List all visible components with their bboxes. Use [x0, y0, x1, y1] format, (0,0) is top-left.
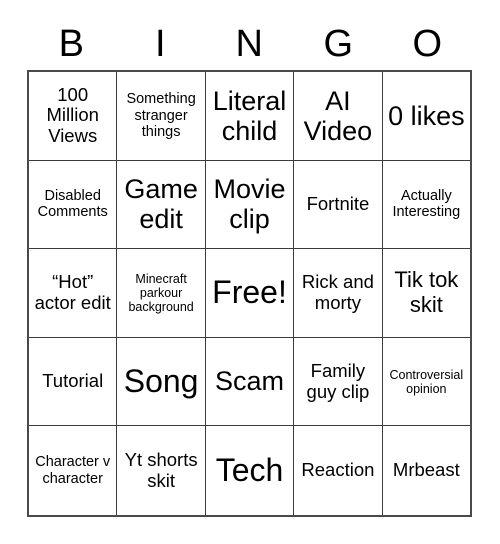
- bingo-cell-label: Tik tok skit: [394, 267, 459, 317]
- bingo-cell[interactable]: AI Video: [294, 72, 383, 161]
- bingo-cell[interactable]: Fortnite: [294, 160, 383, 250]
- bingo-cell-label: AI Video: [303, 85, 373, 146]
- bingo-cell-label: Scam: [215, 366, 285, 397]
- bingo-cell[interactable]: Game edit: [117, 160, 206, 250]
- bingo-cell-label: Song: [123, 362, 199, 399]
- bingo-header-letter-n: N: [235, 23, 264, 65]
- bingo-cell-label: Game edit: [124, 174, 198, 235]
- bingo-header-letter-i: I: [154, 23, 167, 65]
- bingo-header-letter-o: O: [412, 23, 443, 65]
- bingo-cell-label: Movie clip: [213, 174, 286, 235]
- bingo-cell[interactable]: Song: [117, 337, 206, 427]
- bingo-cell-label: Tech: [215, 451, 284, 488]
- bingo-cell[interactable]: “Hot” actor edit: [29, 249, 118, 338]
- bingo-cell-label: Literal child: [212, 85, 287, 146]
- bingo-cell-label: Fortnite: [306, 193, 370, 215]
- bingo-cell[interactable]: Something stranger things: [117, 72, 206, 161]
- bingo-cell-label: Reaction: [301, 459, 375, 481]
- bingo-cell-label: Character v character: [35, 454, 111, 487]
- bingo-cell-label: Tutorial: [42, 370, 104, 392]
- bingo-cell-label: Mrbeast: [392, 459, 460, 481]
- bingo-cell[interactable]: Movie clip: [205, 160, 295, 250]
- bingo-cell[interactable]: Mrbeast: [383, 426, 470, 515]
- bingo-cell[interactable]: Character v character: [29, 426, 118, 515]
- bingo-cell-label: Family guy clip: [306, 359, 370, 402]
- bingo-row: Tutorial Song Scam Family guy clip Contr…: [29, 337, 471, 427]
- bingo-grid: 100 Million Views Something stranger thi…: [27, 70, 472, 517]
- bingo-cell[interactable]: Minecraft parkour background: [117, 249, 206, 338]
- bingo-cell[interactable]: Reaction: [294, 426, 383, 515]
- bingo-cell[interactable]: Tutorial: [29, 337, 118, 427]
- bingo-cell[interactable]: Family guy clip: [294, 337, 383, 427]
- bingo-card: B I N G O 100 Million Views Something st…: [27, 18, 472, 517]
- bingo-cell[interactable]: Tech: [206, 426, 295, 515]
- bingo-row: Character v character Yt shorts skit Tec…: [29, 426, 470, 515]
- bingo-header: B I N G O: [27, 18, 472, 70]
- bingo-cell-label: Free!: [212, 274, 287, 311]
- bingo-cell-label: 100 Million Views: [46, 83, 99, 147]
- bingo-row: Disabled Comments Game edit Movie clip F…: [29, 160, 471, 250]
- bingo-cell[interactable]: 0 likes: [382, 72, 471, 161]
- bingo-header-letter-g: G: [323, 23, 354, 65]
- bingo-cell[interactable]: Controversial opinion: [382, 338, 471, 427]
- bingo-cell-label: Rick and morty: [301, 271, 374, 313]
- bingo-cell-label: Something stranger things: [126, 91, 196, 140]
- bingo-cell[interactable]: Scam: [205, 337, 295, 427]
- bingo-cell[interactable]: Actually Interesting: [382, 161, 471, 250]
- bingo-cell-label: Controversial opinion: [389, 367, 464, 396]
- bingo-cell-free[interactable]: Free!: [205, 249, 295, 338]
- bingo-cell[interactable]: Tik tok skit: [382, 249, 471, 338]
- bingo-cell-label: Disabled Comments: [37, 188, 108, 221]
- bingo-row: 100 Million Views Something stranger thi…: [29, 72, 471, 161]
- bingo-cell[interactable]: Disabled Comments: [29, 160, 118, 250]
- bingo-cell[interactable]: Literal child: [205, 72, 295, 161]
- bingo-cell-label: 0 likes: [388, 100, 465, 131]
- bingo-header-letter-b: B: [58, 23, 85, 65]
- bingo-cell-label: Minecraft parkour background: [128, 271, 194, 314]
- bingo-cell[interactable]: 100 Million Views: [29, 72, 118, 161]
- bingo-cell[interactable]: Yt shorts skit: [117, 426, 206, 515]
- bingo-row: “Hot” actor edit Minecraft parkour backg…: [29, 249, 471, 338]
- bingo-cell-label: “Hot” actor edit: [34, 271, 111, 313]
- bingo-cell-label: Yt shorts skit: [124, 448, 198, 491]
- bingo-cell[interactable]: Rick and morty: [294, 249, 383, 338]
- bingo-cell-label: Actually Interesting: [392, 188, 461, 221]
